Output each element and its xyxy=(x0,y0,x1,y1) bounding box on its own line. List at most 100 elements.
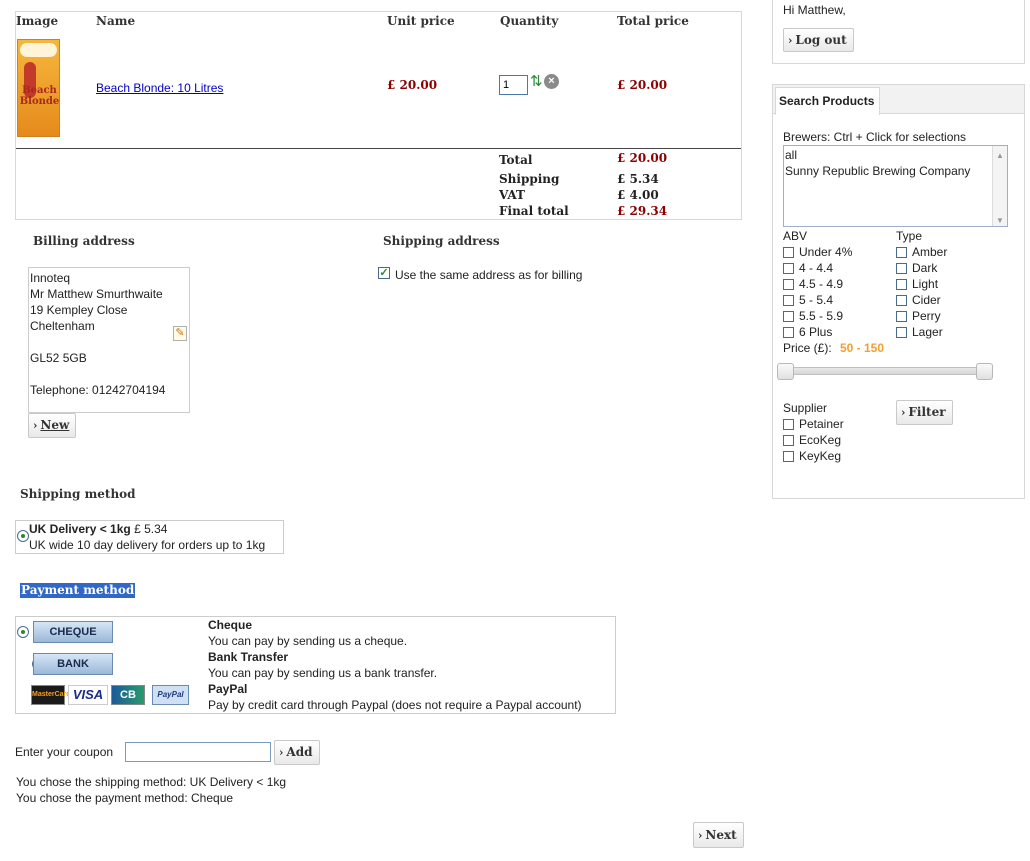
type-option-label: Light xyxy=(912,277,939,291)
abv-checkbox[interactable] xyxy=(783,279,794,290)
shipping-method-title: Shipping method xyxy=(20,487,136,501)
supplier-option[interactable]: EcoKeg xyxy=(783,433,841,447)
next-button[interactable]: › Next xyxy=(693,822,744,848)
brewer-option[interactable]: Sunny Republic Brewing Company xyxy=(785,163,1006,179)
header-total-price: Total price xyxy=(617,14,689,28)
chosen-payment-text: You chose the payment method: Cheque xyxy=(16,791,234,805)
cheque-name: Cheque xyxy=(208,618,253,632)
cb-logo[interactable]: CB xyxy=(111,685,145,705)
cart-divider xyxy=(16,148,741,149)
filter-button[interactable]: › Filter xyxy=(896,400,953,425)
type-option[interactable]: Amber xyxy=(896,245,947,259)
visa-logo[interactable]: VISA xyxy=(68,685,108,705)
final-total-value: £ 29.34 xyxy=(617,204,668,218)
shipping-option-name: UK Delivery < 1kg xyxy=(29,522,131,536)
mastercard-logo[interactable]: MasterCard xyxy=(31,685,71,705)
quantity-input[interactable] xyxy=(499,75,528,95)
final-total-label: Final total xyxy=(499,204,569,218)
shipping-option[interactable]: UK Delivery < 1kg £ 5.34 UK wide 10 day … xyxy=(15,520,284,554)
price-slider-min-handle[interactable] xyxy=(777,363,794,380)
shipping-option-desc: UK wide 10 day delivery for orders up to… xyxy=(29,538,266,552)
type-checkbox[interactable] xyxy=(896,327,907,338)
abv-checkbox[interactable] xyxy=(783,247,794,258)
shipping-label: Shipping xyxy=(499,172,560,186)
abv-option[interactable]: 4 - 4.4 xyxy=(783,261,833,275)
coupon-input[interactable] xyxy=(125,742,271,762)
abv-option-label: 5 - 5.4 xyxy=(799,293,834,307)
billing-line: Cheltenham xyxy=(30,319,95,333)
abv-label: ABV xyxy=(783,229,808,243)
abv-checkbox[interactable] xyxy=(783,295,794,306)
type-checkbox[interactable] xyxy=(896,263,907,274)
payment-options-box: CHEQUE Cheque You can pay by sending us … xyxy=(15,616,616,714)
supplier-option[interactable]: Petainer xyxy=(783,417,844,431)
type-checkbox[interactable] xyxy=(896,247,907,258)
greeting: Hi Matthew, xyxy=(783,3,846,17)
supplier-option[interactable]: KeyKeg xyxy=(783,449,841,463)
type-option[interactable]: Perry xyxy=(896,309,941,323)
price-label: Price (£): xyxy=(783,341,832,355)
brewers-select[interactable]: all Sunny Republic Brewing Company ▲ ▼ xyxy=(783,145,1008,227)
remove-icon[interactable]: × xyxy=(544,74,559,89)
billing-line: Telephone: 01242704194 xyxy=(30,383,166,397)
price-slider-track[interactable] xyxy=(781,367,993,375)
edit-icon[interactable]: ✎ xyxy=(173,326,187,341)
type-option-label: Lager xyxy=(912,325,943,339)
billing-title: Billing address xyxy=(33,234,135,248)
type-checkbox[interactable] xyxy=(896,279,907,290)
bank-button[interactable]: BANK xyxy=(33,653,113,675)
abv-checkbox[interactable] xyxy=(783,327,794,338)
cheque-button[interactable]: CHEQUE xyxy=(33,621,113,643)
price-slider-max-handle[interactable] xyxy=(976,363,993,380)
type-checkbox[interactable] xyxy=(896,295,907,306)
new-address-label: New xyxy=(40,418,70,432)
brewers-scrollbar[interactable]: ▲ ▼ xyxy=(992,146,1007,226)
type-checkbox[interactable] xyxy=(896,311,907,322)
product-name-link[interactable]: Beach Blonde: 10 Litres xyxy=(96,81,223,95)
type-option[interactable]: Dark xyxy=(896,261,937,275)
cheque-radio[interactable] xyxy=(17,626,29,638)
type-option[interactable]: Lager xyxy=(896,325,943,339)
header-name: Name xyxy=(96,14,136,28)
abv-option[interactable]: Under 4% xyxy=(783,245,852,259)
product-image[interactable]: Beach Blonde xyxy=(17,39,60,137)
abv-option[interactable]: 5 - 5.4 xyxy=(783,293,833,307)
billing-line: GL52 5GB xyxy=(30,351,87,365)
add-coupon-button[interactable]: › Add xyxy=(274,740,320,765)
abv-option[interactable]: 6 Plus xyxy=(783,325,832,339)
scroll-up-icon[interactable]: ▲ xyxy=(996,148,1004,164)
logout-button[interactable]: › Log out xyxy=(783,28,854,52)
supplier-checkbox[interactable] xyxy=(783,435,794,446)
paypal-logo[interactable]: PayPal xyxy=(152,685,189,705)
supplier-checkbox[interactable] xyxy=(783,451,794,462)
chevron-right-icon: › xyxy=(698,829,703,842)
header-image: Image xyxy=(16,14,59,28)
brewer-option[interactable]: all xyxy=(785,147,1006,163)
new-address-button[interactable]: › New xyxy=(28,413,77,438)
tab-search-products[interactable]: Search Products xyxy=(775,87,880,115)
same-address-checkbox[interactable]: ✓ xyxy=(378,267,390,279)
type-option-label: Cider xyxy=(912,293,941,307)
header-quantity: Quantity xyxy=(500,14,559,28)
chevron-right-icon: › xyxy=(788,34,793,47)
type-option[interactable]: Cider xyxy=(896,293,941,307)
abv-option-label: 6 Plus xyxy=(799,325,833,339)
type-option[interactable]: Light xyxy=(896,277,938,291)
chosen-shipping-text: You chose the shipping method: UK Delive… xyxy=(16,775,287,789)
shipping-option-radio[interactable] xyxy=(17,530,29,542)
supplier-checkbox[interactable] xyxy=(783,419,794,430)
scroll-down-icon[interactable]: ▼ xyxy=(996,213,1004,229)
abv-option[interactable]: 4.5 - 4.9 xyxy=(783,277,843,291)
abv-checkbox[interactable] xyxy=(783,263,794,274)
billing-line xyxy=(30,334,189,350)
billing-line: Innoteq xyxy=(30,271,71,285)
supplier-option-label: EcoKeg xyxy=(799,433,842,447)
cart-table: Image Name Unit price Quantity Total pri… xyxy=(15,11,742,220)
abv-option[interactable]: 5.5 - 5.9 xyxy=(783,309,843,323)
abv-checkbox[interactable] xyxy=(783,311,794,322)
bank-name: Bank Transfer xyxy=(208,650,289,664)
shipping-option-price: £ 5.34 xyxy=(134,522,168,536)
paypal-name: PayPal xyxy=(208,682,248,696)
refresh-icon[interactable]: ⇅ xyxy=(530,74,544,90)
total-value: £ 20.00 xyxy=(617,151,668,165)
